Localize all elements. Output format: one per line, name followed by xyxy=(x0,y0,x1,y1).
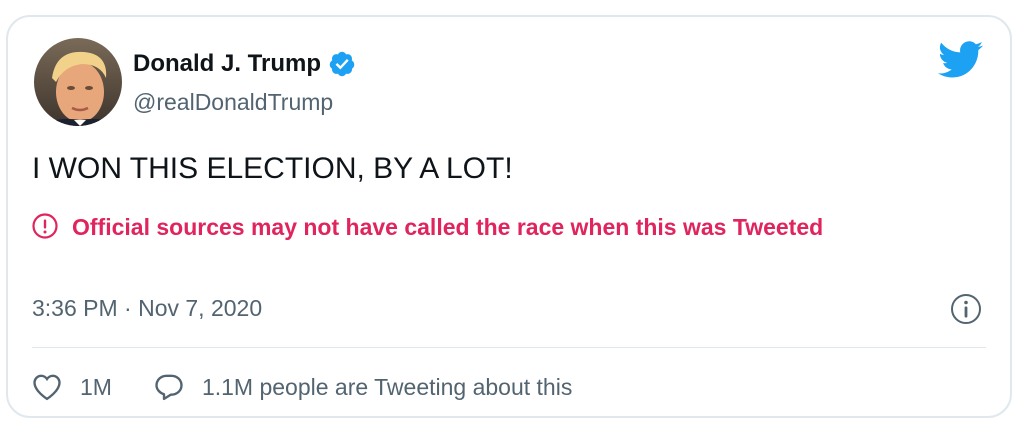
exclamation-circle-icon xyxy=(32,213,58,239)
speech-bubble-icon xyxy=(155,374,183,401)
heart-icon xyxy=(33,374,61,401)
divider xyxy=(32,347,986,348)
author-name-text[interactable]: Donald J. Trump xyxy=(133,49,321,79)
conversation-link[interactable]: 1.1M people are Tweeting about this xyxy=(154,373,572,401)
like-count: 1M xyxy=(80,373,112,400)
tweet-text: I WON THIS ELECTION, BY A LOT! xyxy=(32,152,513,185)
tweet-card[interactable]: Donald J. Trump @realDonaldTrump I WON T… xyxy=(6,15,1012,418)
info-icon[interactable] xyxy=(950,293,982,325)
avatar[interactable] xyxy=(34,38,122,126)
twitter-bird-icon[interactable] xyxy=(938,41,984,79)
like-button[interactable]: 1M xyxy=(32,373,112,401)
tweet-timestamp[interactable]: 3:36 PM · Nov 7, 2020 xyxy=(32,293,262,323)
election-notice[interactable]: Official sources may not have called the… xyxy=(32,209,932,245)
conversation-count-text[interactable]: 1.1M people are Tweeting about this xyxy=(202,374,572,401)
tweet-actions: 1M 1.1M people are Tweeting about this xyxy=(32,367,572,407)
author-name[interactable]: Donald J. Trump xyxy=(133,49,356,79)
verified-badge-icon xyxy=(328,50,356,78)
author-handle[interactable]: @realDonaldTrump xyxy=(133,87,333,117)
election-notice-text[interactable]: Official sources may not have called the… xyxy=(72,214,823,240)
